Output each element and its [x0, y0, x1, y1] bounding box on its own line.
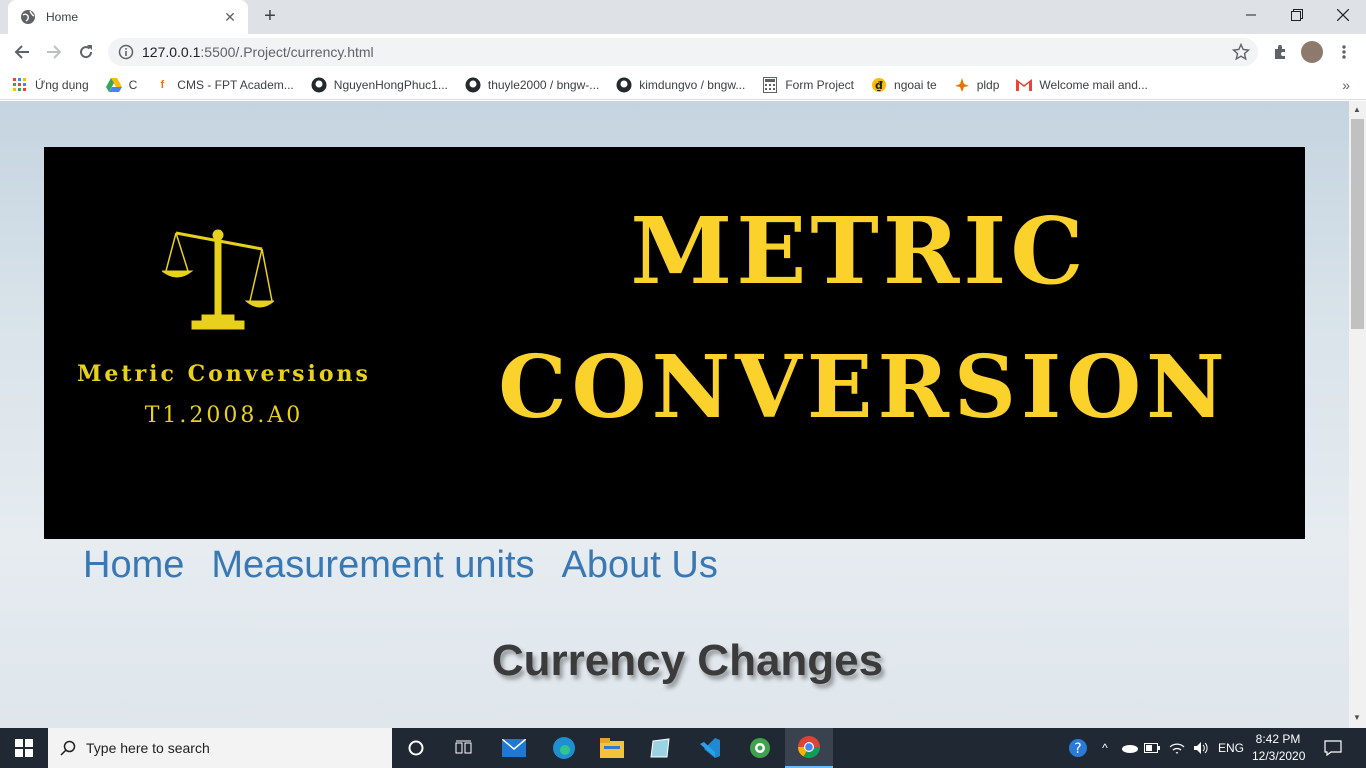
- plane-icon: [954, 77, 970, 93]
- close-icon[interactable]: ✕: [222, 9, 238, 25]
- restore-icon[interactable]: [1274, 0, 1320, 30]
- windows-taskbar: Type here to search ? ^ ENG 8:42 PM 12/3…: [0, 728, 1366, 768]
- bookmarks-bar: Ứng dụng Cf CMS - FPT Academ... NguyenHongP…: [0, 70, 1366, 100]
- svg-text:?: ?: [1074, 741, 1081, 757]
- scroll-down-icon[interactable]: ▼: [1353, 713, 1362, 722]
- task-view-icon[interactable]: [440, 728, 488, 768]
- bookmark-label: Ứng dụng: [35, 77, 89, 92]
- notes-app-icon[interactable]: [636, 728, 684, 768]
- url-text: 127.0.0.1:5500/.Project/currency.html: [142, 44, 374, 60]
- bookmark-item[interactable]: ₫ ngoai te: [871, 77, 937, 93]
- search-icon: [60, 740, 76, 756]
- bookmark-label: NguyenHongPhuc1...: [333, 77, 448, 92]
- exchange-icon: ₫: [871, 77, 887, 93]
- github-icon: [311, 77, 327, 93]
- forward-icon[interactable]: [42, 40, 66, 64]
- help-icon[interactable]: ?: [1066, 728, 1090, 768]
- bookmark-item[interactable]: Welcome mail and...: [1016, 77, 1148, 93]
- main-nav: Home Measurement units About Us: [83, 544, 745, 587]
- minimize-icon[interactable]: [1228, 0, 1274, 30]
- taskbar-search[interactable]: Type here to search: [48, 728, 392, 768]
- svg-text:₫: ₫: [875, 79, 883, 92]
- profile-avatar[interactable]: [1300, 40, 1324, 64]
- menu-icon[interactable]: [1332, 40, 1356, 64]
- banner: Metric Conversions T1.2008.A0 METRIC CON…: [44, 147, 1305, 539]
- gmail-icon: [1016, 77, 1033, 93]
- info-icon[interactable]: [118, 44, 134, 60]
- page-heading: Currency Changes: [491, 636, 884, 685]
- reload-icon[interactable]: [74, 40, 98, 64]
- bookmark-item[interactable]: C: [105, 77, 138, 93]
- bookmark-label: ngoai te: [894, 77, 937, 92]
- bookmark-label: Welcome mail and...: [1039, 77, 1148, 92]
- page-scrollbar[interactable]: ▲ ▼: [1349, 101, 1366, 728]
- scale-logo-icon: [162, 229, 274, 330]
- logo-subtitle: T1.2008.A0: [144, 403, 304, 428]
- window-close-icon[interactable]: [1320, 0, 1366, 30]
- apps-grid-icon: [12, 77, 28, 93]
- chevron-up-icon[interactable]: ^: [1096, 728, 1114, 768]
- extensions-icon[interactable]: [1268, 40, 1292, 64]
- battery-icon[interactable]: [1142, 728, 1162, 768]
- app-circle-icon[interactable]: [736, 728, 784, 768]
- scroll-thumb[interactable]: [1351, 119, 1364, 329]
- bookmark-item[interactable]: f CMS - FPT Academ...: [154, 77, 293, 93]
- globe-icon: [21, 10, 35, 24]
- bookmark-star-icon[interactable]: [1232, 43, 1250, 61]
- onedrive-icon[interactable]: [1118, 728, 1140, 768]
- nav-link-about-us[interactable]: About Us: [562, 544, 718, 587]
- bookmarks-overflow-icon[interactable]: »: [1342, 77, 1350, 93]
- headline-line-2: CONVERSION: [498, 337, 1230, 438]
- clock-date: 12/3/2020: [1252, 749, 1306, 763]
- bookmark-label: CMS - FPT Academ...: [177, 77, 294, 92]
- bookmark-label: C: [128, 77, 138, 92]
- tab-title: Home: [46, 10, 79, 24]
- bookmark-label: thuyle2000 / bngw-...: [487, 77, 600, 92]
- language-indicator[interactable]: ENG: [1214, 728, 1248, 768]
- search-placeholder: Type here to search: [86, 740, 210, 756]
- browser-toolbar: 127.0.0.1:5500/.Project/currency.html: [0, 34, 1366, 70]
- bookmark-item[interactable]: NguyenHongPhuc1...: [311, 77, 448, 93]
- volume-icon[interactable]: [1190, 728, 1212, 768]
- cortana-icon[interactable]: [392, 728, 440, 768]
- github-icon: [616, 77, 632, 93]
- logo-title: Metric Conversions: [77, 361, 371, 387]
- bookmark-label: kimdungvo / bngw...: [639, 77, 746, 92]
- bookmark-item[interactable]: Form Project: [762, 76, 855, 93]
- calculator-icon: [762, 76, 778, 93]
- bookmark-label: pldp: [976, 77, 1000, 92]
- edge-browser-icon[interactable]: [540, 728, 588, 768]
- google-drive-icon: [105, 77, 122, 93]
- nav-link-home[interactable]: Home: [83, 544, 184, 587]
- bookmark-item[interactable]: pldp: [954, 77, 1000, 93]
- start-button[interactable]: [0, 728, 48, 768]
- browser-tab[interactable]: Home ✕: [8, 0, 248, 34]
- windows-logo-icon: [15, 739, 33, 757]
- wifi-icon[interactable]: [1166, 728, 1188, 768]
- address-bar[interactable]: 127.0.0.1:5500/.Project/currency.html: [108, 38, 1258, 66]
- bookmark-item[interactable]: kimdungvo / bngw...: [616, 77, 745, 93]
- back-icon[interactable]: [10, 40, 34, 64]
- page-viewport: Metric Conversions T1.2008.A0 METRIC CON…: [0, 101, 1349, 728]
- clock-time: 8:42 PM: [1255, 732, 1301, 746]
- vscode-icon[interactable]: [686, 728, 734, 768]
- mail-app-icon[interactable]: [490, 728, 538, 768]
- scroll-up-icon[interactable]: ▲: [1353, 105, 1362, 114]
- new-tab-icon[interactable]: +: [258, 6, 282, 28]
- github-icon: [465, 77, 481, 93]
- fpt-icon: f: [160, 78, 165, 91]
- nav-link-measurement-units[interactable]: Measurement units: [211, 544, 534, 587]
- system-clock[interactable]: 8:42 PM 12/3/2020: [1252, 731, 1306, 765]
- bookmark-label: Form Project: [785, 77, 855, 92]
- headline-line-1: METRIC: [630, 197, 1088, 305]
- notifications-icon[interactable]: [1320, 728, 1346, 768]
- file-explorer-icon[interactable]: [588, 728, 636, 768]
- bookmark-item[interactable]: Ứng dụng: [12, 77, 89, 93]
- tab-strip: Home ✕ +: [0, 0, 1366, 34]
- chrome-icon[interactable]: [785, 728, 833, 768]
- bookmark-item[interactable]: thuyle2000 / bngw-...: [465, 77, 599, 93]
